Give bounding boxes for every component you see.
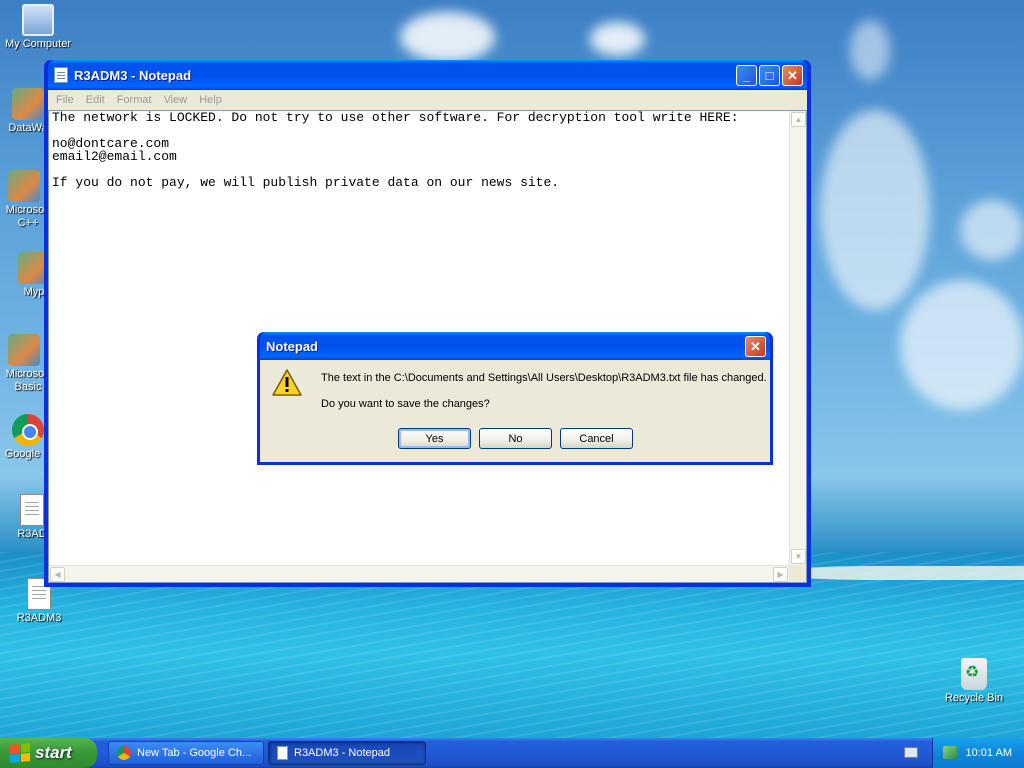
yes-button[interactable]: Yes bbox=[398, 428, 471, 449]
menu-file[interactable]: File bbox=[50, 94, 80, 106]
text-document-icon bbox=[20, 494, 44, 526]
scroll-left-button[interactable]: ◀ bbox=[50, 567, 65, 582]
clock[interactable]: 10:01 AM bbox=[966, 747, 1012, 759]
chevron-right-icon: ▶ bbox=[777, 570, 784, 579]
menu-view[interactable]: View bbox=[158, 94, 194, 106]
cancel-button[interactable]: Cancel bbox=[560, 428, 633, 449]
notepad-icon bbox=[277, 746, 288, 760]
no-button[interactable]: No bbox=[479, 428, 552, 449]
taskbar: start New Tab - Google Ch... R3ADM3 - No… bbox=[0, 738, 1024, 768]
windows-logo-icon bbox=[10, 742, 30, 764]
save-changes-dialog[interactable]: Notepad ✕ The text in the C:\Documents a… bbox=[257, 332, 773, 465]
close-icon: ✕ bbox=[787, 67, 798, 83]
desktop-icon-label: Recycle Bin bbox=[944, 692, 1004, 704]
taskbar-item-label: New Tab - Google Ch... bbox=[137, 747, 252, 759]
desktop-icon-label: R3ADM3 bbox=[16, 612, 62, 624]
dialog-close-button[interactable]: ✕ bbox=[745, 335, 766, 357]
dialog-title: Notepad bbox=[266, 338, 318, 354]
warning-icon bbox=[272, 369, 302, 396]
menu-bar: File Edit Format View Help bbox=[48, 90, 807, 110]
horizontal-scrollbar[interactable]: ◀ ▶ bbox=[49, 565, 789, 582]
system-tray: 10:01 AM bbox=[932, 738, 1024, 768]
desktop-icon-recycle-bin[interactable]: Recycle Bin bbox=[936, 658, 1012, 705]
start-button[interactable]: start bbox=[0, 738, 97, 768]
computer-icon bbox=[22, 4, 54, 36]
notepad-window[interactable]: R3ADM3 - Notepad _ □ ✕ File Edit Format … bbox=[44, 60, 811, 587]
shortcut-icon bbox=[8, 334, 40, 366]
window-title: R3ADM3 - Notepad bbox=[74, 67, 192, 83]
menu-edit[interactable]: Edit bbox=[80, 94, 111, 106]
shortcut-icon bbox=[8, 170, 40, 202]
close-icon: ✕ bbox=[750, 338, 761, 354]
taskbar-item-chrome[interactable]: New Tab - Google Ch... bbox=[108, 741, 264, 765]
dialog-titlebar[interactable]: Notepad ✕ bbox=[260, 332, 770, 360]
document-text[interactable]: The network is LOCKED. Do not try to use… bbox=[52, 111, 739, 189]
taskbar-item-notepad[interactable]: R3ADM3 - Notepad bbox=[268, 741, 426, 765]
beach-background bbox=[780, 566, 1024, 580]
keyboard-icon[interactable] bbox=[904, 747, 918, 758]
maximize-icon: □ bbox=[765, 67, 774, 83]
desktop-icon-my-computer[interactable]: My Computer bbox=[0, 4, 76, 51]
notepad-titlebar[interactable]: R3ADM3 - Notepad _ □ ✕ bbox=[48, 60, 807, 90]
recycle-bin-icon bbox=[961, 658, 987, 690]
scroll-down-button[interactable]: ▼ bbox=[791, 549, 806, 564]
shortcut-icon bbox=[12, 88, 44, 120]
scroll-up-button[interactable]: ▲ bbox=[791, 112, 806, 127]
vertical-scrollbar[interactable]: ▲ ▼ bbox=[789, 111, 806, 565]
resize-grip[interactable] bbox=[789, 565, 806, 582]
dialog-message: The text in the C:\Documents and Setting… bbox=[321, 372, 767, 384]
minimize-button[interactable]: _ bbox=[736, 64, 757, 86]
close-button[interactable]: ✕ bbox=[782, 64, 803, 86]
maximize-button[interactable]: □ bbox=[759, 64, 780, 86]
minimize-icon: _ bbox=[742, 67, 751, 83]
scroll-right-button[interactable]: ▶ bbox=[773, 567, 788, 582]
chevron-left-icon: ◀ bbox=[54, 570, 61, 579]
menu-format[interactable]: Format bbox=[111, 94, 158, 106]
notepad-icon bbox=[54, 67, 68, 83]
chrome-icon bbox=[12, 414, 44, 446]
taskbar-item-label: R3ADM3 - Notepad bbox=[294, 747, 390, 759]
chevron-up-icon: ▲ bbox=[794, 115, 803, 124]
desktop-icon-label: My Computer bbox=[4, 38, 72, 50]
dialog-question: Do you want to save the changes? bbox=[321, 398, 490, 410]
chrome-icon bbox=[117, 746, 131, 760]
chevron-down-icon: ▼ bbox=[794, 552, 803, 561]
start-label: start bbox=[35, 743, 72, 762]
dialog-body: The text in the C:\Documents and Setting… bbox=[260, 360, 770, 462]
menu-help[interactable]: Help bbox=[193, 94, 228, 106]
network-icon[interactable] bbox=[943, 746, 957, 759]
